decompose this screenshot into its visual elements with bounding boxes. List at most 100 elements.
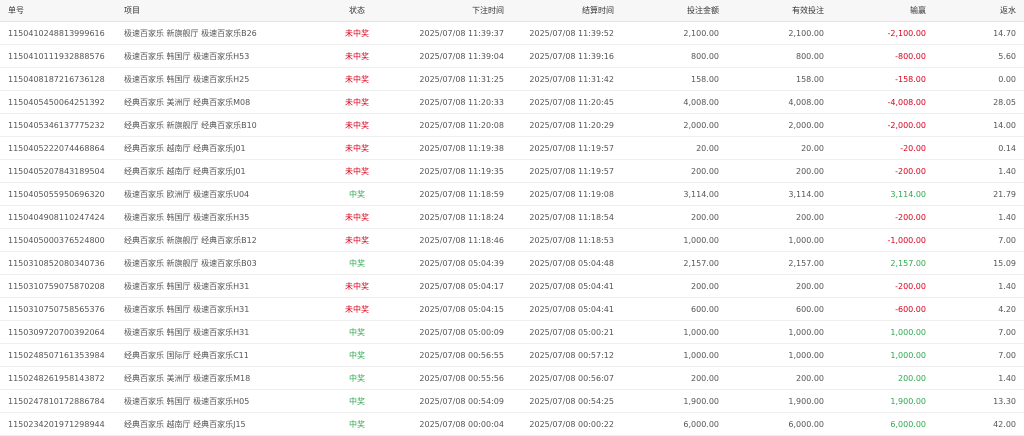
win-loss-cell: -4,008.00 bbox=[832, 90, 934, 114]
settle-time-cell: 2025/07/08 11:31:42 bbox=[512, 67, 622, 91]
order-id-cell: 1150247810172886784 bbox=[0, 389, 116, 413]
valid-bet-cell: 2,157.00 bbox=[727, 251, 832, 275]
settle-time-cell: 2025/07/08 11:19:08 bbox=[512, 182, 622, 206]
col-header-valid-bet: 有效投注 bbox=[727, 0, 832, 22]
bet-amount-cell: 6,000.00 bbox=[622, 412, 727, 436]
bet-amount-cell: 1,900.00 bbox=[622, 389, 727, 413]
win-loss-cell: -20.00 bbox=[832, 136, 934, 160]
rebate-cell: 14.70 bbox=[934, 21, 1024, 45]
status-cell: 未中奖 bbox=[312, 159, 402, 183]
settle-time-cell: 2025/07/08 05:04:41 bbox=[512, 274, 622, 298]
table-row: 1150404908110247424 极速百家乐 韩国厅 极速百家乐H35 未中奖… bbox=[0, 205, 1024, 229]
table-row: 1150405055950696320 极速百家乐 欧洲厅 极速百家乐U04 中奖 2… bbox=[0, 182, 1024, 206]
rebate-cell: 7.00 bbox=[934, 228, 1024, 252]
table-row: 1150248261958143872 经典百家乐 美洲厅 极速百家乐M18 中奖 2… bbox=[0, 366, 1024, 390]
table-row: 1150410111932888576 极速百家乐 韩国厅 极速百家乐H53 未中奖… bbox=[0, 44, 1024, 68]
game-cell: 极速百家乐 韩国厅 极速百家乐H31 bbox=[116, 274, 312, 298]
order-id-cell: 1150310852080340736 bbox=[0, 251, 116, 275]
game-cell: 极速百家乐 韩国厅 极速百家乐H25 bbox=[116, 67, 312, 91]
valid-bet-cell: 200.00 bbox=[727, 366, 832, 390]
settle-time-cell: 2025/07/08 00:56:07 bbox=[512, 366, 622, 390]
win-loss-cell: 1,000.00 bbox=[832, 343, 934, 367]
status-cell: 未中奖 bbox=[312, 274, 402, 298]
valid-bet-cell: 20.00 bbox=[727, 136, 832, 160]
bet-time-cell: 2025/07/08 11:18:46 bbox=[402, 228, 512, 252]
valid-bet-cell: 1,900.00 bbox=[727, 389, 832, 413]
status-cell: 中奖 bbox=[312, 366, 402, 390]
bet-time-cell: 2025/07/08 00:00:04 bbox=[402, 412, 512, 436]
col-header-rebate: 返水 bbox=[934, 0, 1024, 22]
game-cell: 极速百家乐 新旗舰厅 极速百家乐B03 bbox=[116, 251, 312, 275]
col-header-settle-time: 结算时间 bbox=[512, 0, 622, 22]
game-cell: 经典百家乐 新旗舰厅 经典百家乐B12 bbox=[116, 228, 312, 252]
order-id-cell: 1150310750758565376 bbox=[0, 297, 116, 321]
settle-time-cell: 2025/07/08 00:00:22 bbox=[512, 412, 622, 436]
bet-amount-cell: 2,157.00 bbox=[622, 251, 727, 275]
bet-amount-cell: 4,008.00 bbox=[622, 90, 727, 114]
order-id-cell: 1150405055950696320 bbox=[0, 182, 116, 206]
bet-amount-cell: 2,000.00 bbox=[622, 113, 727, 137]
order-id-cell: 1150309720700392064 bbox=[0, 320, 116, 344]
bet-amount-cell: 158.00 bbox=[622, 67, 727, 91]
order-id-cell: 1150405346137775232 bbox=[0, 113, 116, 137]
win-loss-cell: 2,157.00 bbox=[832, 251, 934, 275]
bet-time-cell: 2025/07/08 11:19:35 bbox=[402, 159, 512, 183]
bet-time-cell: 2025/07/08 11:20:33 bbox=[402, 90, 512, 114]
settle-time-cell: 2025/07/08 00:57:12 bbox=[512, 343, 622, 367]
table-row: 1150405346137775232 经典百家乐 新旗舰厅 经典百家乐B10 未中… bbox=[0, 113, 1024, 137]
game-cell: 经典百家乐 新旗舰厅 经典百家乐B10 bbox=[116, 113, 312, 137]
game-cell: 极速百家乐 韩国厅 极速百家乐H53 bbox=[116, 44, 312, 68]
order-id-cell: 1150310759075870208 bbox=[0, 274, 116, 298]
settle-time-cell: 2025/07/08 11:18:54 bbox=[512, 205, 622, 229]
settle-time-cell: 2025/07/08 05:04:41 bbox=[512, 297, 622, 321]
rebate-cell: 7.00 bbox=[934, 320, 1024, 344]
bet-time-cell: 2025/07/08 11:31:25 bbox=[402, 67, 512, 91]
col-header-game: 项目 bbox=[116, 0, 312, 22]
table-row: 1150234201971298944 经典百家乐 越南厅 经典百家乐J15 中奖 2… bbox=[0, 412, 1024, 436]
valid-bet-cell: 2,100.00 bbox=[727, 21, 832, 45]
game-cell: 极速百家乐 韩国厅 极速百家乐H31 bbox=[116, 320, 312, 344]
bet-time-cell: 2025/07/08 11:19:38 bbox=[402, 136, 512, 160]
game-cell: 经典百家乐 越南厅 经典百家乐J01 bbox=[116, 136, 312, 160]
status-cell: 中奖 bbox=[312, 412, 402, 436]
rebate-cell: 0.00 bbox=[934, 67, 1024, 91]
bet-amount-cell: 1,000.00 bbox=[622, 228, 727, 252]
bet-amount-cell: 200.00 bbox=[622, 274, 727, 298]
status-cell: 未中奖 bbox=[312, 136, 402, 160]
status-cell: 中奖 bbox=[312, 389, 402, 413]
valid-bet-cell: 6,000.00 bbox=[727, 412, 832, 436]
order-id-cell: 1150410248813999616 bbox=[0, 21, 116, 45]
game-cell: 经典百家乐 越南厅 经典百家乐J01 bbox=[116, 159, 312, 183]
status-cell: 中奖 bbox=[312, 251, 402, 275]
valid-bet-cell: 3,114.00 bbox=[727, 182, 832, 206]
table-row: 1150310750758565376 极速百家乐 韩国厅 极速百家乐H31 未中奖… bbox=[0, 297, 1024, 321]
win-loss-cell: 1,900.00 bbox=[832, 389, 934, 413]
bet-records-table: 单号 项目 状态 下注时间 结算时间 投注金额 有效投注 输赢 返水 11504… bbox=[0, 0, 1024, 436]
status-cell: 未中奖 bbox=[312, 67, 402, 91]
win-loss-cell: 1,000.00 bbox=[832, 320, 934, 344]
win-loss-cell: 200.00 bbox=[832, 366, 934, 390]
bet-time-cell: 2025/07/08 00:54:09 bbox=[402, 389, 512, 413]
status-cell: 未中奖 bbox=[312, 205, 402, 229]
rebate-cell: 15.09 bbox=[934, 251, 1024, 275]
bet-amount-cell: 800.00 bbox=[622, 44, 727, 68]
bet-time-cell: 2025/07/08 11:39:37 bbox=[402, 21, 512, 45]
table-row: 1150310852080340736 极速百家乐 新旗舰厅 极速百家乐B03 中奖… bbox=[0, 251, 1024, 275]
win-loss-cell: -600.00 bbox=[832, 297, 934, 321]
order-id-cell: 1150248507161353984 bbox=[0, 343, 116, 367]
rebate-cell: 42.00 bbox=[934, 412, 1024, 436]
rebate-cell: 4.20 bbox=[934, 297, 1024, 321]
win-loss-cell: -2,000.00 bbox=[832, 113, 934, 137]
rebate-cell: 0.14 bbox=[934, 136, 1024, 160]
rebate-cell: 1.40 bbox=[934, 205, 1024, 229]
bet-time-cell: 2025/07/08 00:55:56 bbox=[402, 366, 512, 390]
status-cell: 未中奖 bbox=[312, 113, 402, 137]
win-loss-cell: -158.00 bbox=[832, 67, 934, 91]
win-loss-cell: -200.00 bbox=[832, 274, 934, 298]
settle-time-cell: 2025/07/08 11:19:57 bbox=[512, 159, 622, 183]
game-cell: 极速百家乐 欧洲厅 极速百家乐U04 bbox=[116, 182, 312, 206]
valid-bet-cell: 600.00 bbox=[727, 297, 832, 321]
order-id-cell: 1150405222074468864 bbox=[0, 136, 116, 160]
valid-bet-cell: 4,008.00 bbox=[727, 90, 832, 114]
col-header-bet-time: 下注时间 bbox=[402, 0, 512, 22]
